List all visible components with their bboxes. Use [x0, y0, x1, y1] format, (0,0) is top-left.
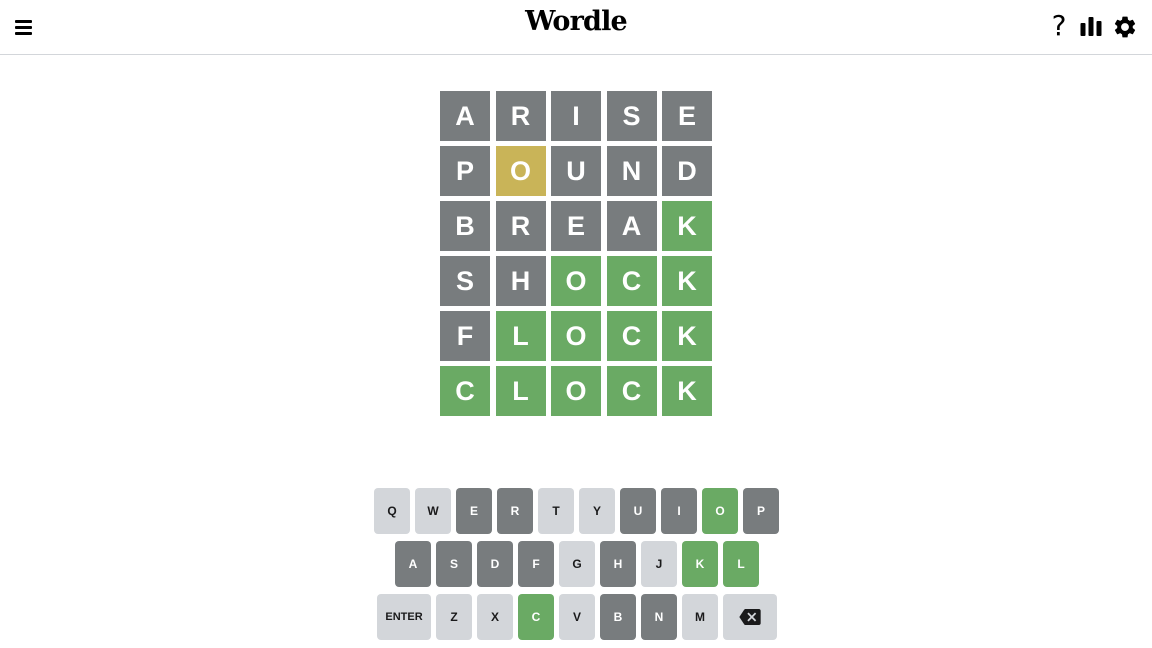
key-w[interactable]: W: [415, 488, 451, 534]
board-row: ARISE: [440, 91, 712, 141]
letter-tile: A: [440, 91, 490, 141]
key-m[interactable]: M: [682, 594, 718, 640]
key-h[interactable]: H: [600, 541, 636, 587]
key-g[interactable]: G: [559, 541, 595, 587]
letter-tile: K: [662, 201, 712, 251]
letter-tile: P: [440, 146, 490, 196]
key-n[interactable]: N: [641, 594, 677, 640]
header: Wordle ?: [0, 0, 1152, 55]
letter-tile: L: [495, 366, 546, 416]
key-u[interactable]: U: [620, 488, 656, 534]
question-mark-icon[interactable]: ?: [1047, 10, 1071, 42]
key-j[interactable]: J: [641, 541, 677, 587]
letter-tile: L: [495, 311, 546, 361]
enter-key[interactable]: ENTER: [377, 594, 431, 640]
key-z[interactable]: Z: [436, 594, 472, 640]
letter-tile: S: [606, 91, 657, 141]
letter-tile: R: [495, 201, 546, 251]
letter-tile: O: [495, 146, 546, 196]
letter-tile: E: [551, 201, 601, 251]
letter-tile: N: [606, 146, 657, 196]
key-v[interactable]: V: [559, 594, 595, 640]
key-k[interactable]: K: [682, 541, 718, 587]
key-r[interactable]: R: [497, 488, 533, 534]
letter-tile: R: [495, 91, 546, 141]
board-row: CLOCK: [440, 366, 712, 416]
letter-tile: E: [662, 91, 712, 141]
key-d[interactable]: D: [477, 541, 513, 587]
key-p[interactable]: P: [743, 488, 779, 534]
key-x[interactable]: X: [477, 594, 513, 640]
letter-tile: C: [606, 256, 657, 306]
letter-tile: U: [551, 146, 601, 196]
letter-tile: C: [606, 366, 657, 416]
key-b[interactable]: B: [600, 594, 636, 640]
key-a[interactable]: A: [395, 541, 431, 587]
key-f[interactable]: F: [518, 541, 554, 587]
key-t[interactable]: T: [538, 488, 574, 534]
key-y[interactable]: Y: [579, 488, 615, 534]
letter-tile: S: [440, 256, 490, 306]
backspace-icon: [739, 609, 761, 625]
bar-chart-icon[interactable]: [1079, 15, 1103, 39]
letter-tile: O: [551, 366, 601, 416]
board-row: FLOCK: [440, 311, 712, 361]
key-o[interactable]: O: [702, 488, 738, 534]
letter-tile: H: [495, 256, 546, 306]
letter-tile: O: [551, 256, 601, 306]
key-q[interactable]: Q: [374, 488, 410, 534]
gear-icon[interactable]: [1112, 14, 1138, 40]
key-c[interactable]: C: [518, 594, 554, 640]
key-e[interactable]: E: [456, 488, 492, 534]
letter-tile: B: [440, 201, 490, 251]
board-row: SHOCK: [440, 256, 712, 306]
letter-tile: F: [440, 311, 490, 361]
letter-tile: K: [662, 311, 712, 361]
board-row: POUND: [440, 146, 712, 196]
key-l[interactable]: L: [723, 541, 759, 587]
page-title: Wordle: [525, 6, 628, 37]
letter-tile: C: [606, 311, 657, 361]
letter-tile: K: [662, 366, 712, 416]
letter-tile: O: [551, 311, 601, 361]
letter-tile: C: [440, 366, 490, 416]
letter-tile: A: [606, 201, 657, 251]
letter-tile: I: [551, 91, 601, 141]
letter-tile: K: [662, 256, 712, 306]
key-s[interactable]: S: [436, 541, 472, 587]
board-row: BREAK: [440, 201, 712, 251]
backspace-key[interactable]: [723, 594, 777, 640]
key-i[interactable]: I: [661, 488, 697, 534]
letter-tile: D: [662, 146, 712, 196]
